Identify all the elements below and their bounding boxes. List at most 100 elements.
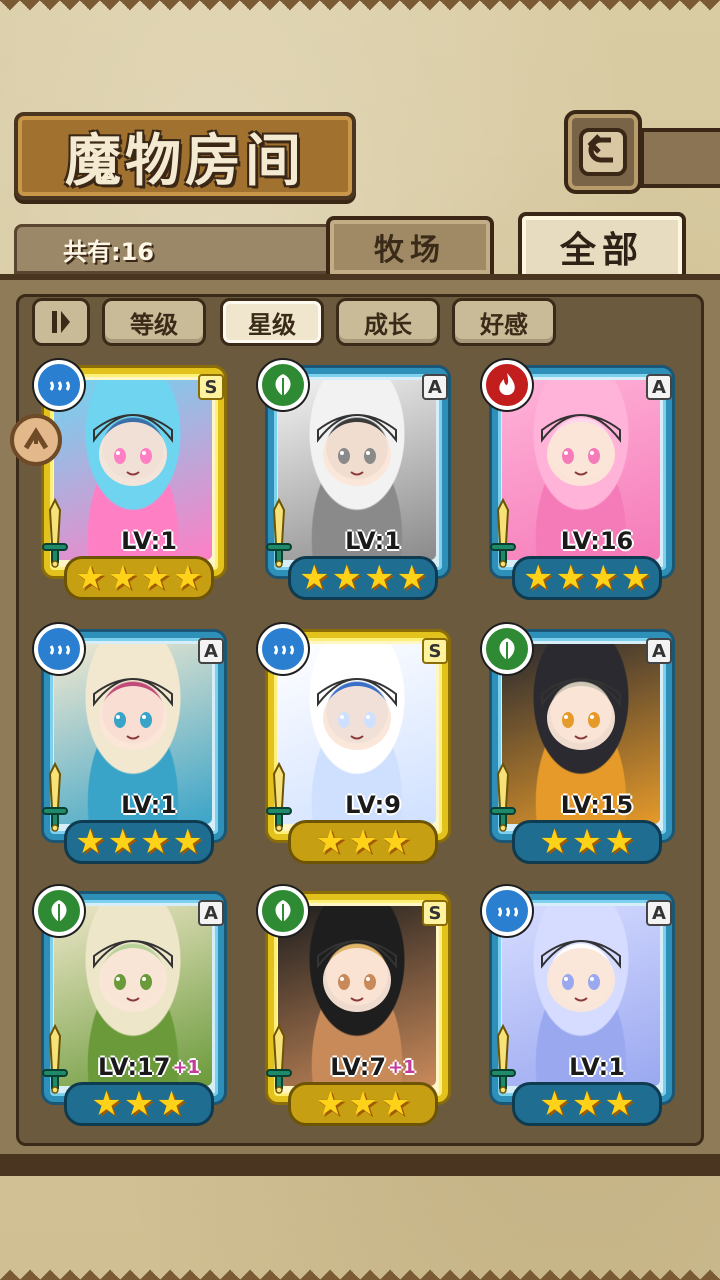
star-icon: ★ (380, 822, 411, 862)
star-icon: ★ (140, 558, 171, 598)
water-element-icon (482, 886, 532, 936)
level-text: LV:1 (121, 527, 177, 555)
star-icon: ★ (620, 558, 651, 598)
leaf-element-icon (258, 360, 308, 410)
sword-icon (490, 498, 516, 568)
sword-icon (490, 762, 516, 832)
star-icon: ★ (299, 558, 330, 598)
rank-badge: A (422, 374, 448, 400)
star-icon: ★ (172, 558, 203, 598)
level-label: LV:7 +1 (308, 1050, 438, 1084)
page-title: 魔物房间 (65, 127, 305, 194)
sort-affection-button[interactable]: 好感 (452, 298, 556, 346)
star-icon: ★ (523, 558, 554, 598)
rank-badge: S (422, 900, 448, 926)
monster-card[interactable]: S LV:9 ★ ★ ★ (258, 624, 456, 864)
sword-icon (42, 1024, 68, 1094)
monster-card[interactable]: A LV:1 ★ ★ ★ ★ (258, 360, 456, 600)
star-icon: ★ (75, 558, 106, 598)
sword-icon (266, 1024, 292, 1094)
star-icon: ★ (588, 558, 619, 598)
sword-icon (266, 762, 292, 832)
back-button[interactable] (564, 110, 642, 194)
star-icon: ★ (539, 822, 570, 862)
rank-badge: A (646, 900, 672, 926)
level-text: LV:1 (569, 1053, 625, 1081)
panel-bottom-border (0, 1160, 720, 1176)
star-icon: ★ (571, 1084, 603, 1124)
star-icon: ★ (347, 822, 379, 862)
bottom-border (0, 1258, 720, 1280)
monster-card[interactable]: S LV:1 ★ ★ ★ ★ (34, 360, 232, 600)
monster-card[interactable]: A LV:1 ★ ★ ★ ★ (34, 624, 232, 864)
back-bar (640, 128, 720, 188)
water-element-icon (258, 624, 308, 674)
monster-card[interactable]: A LV:16 ★ ★ ★ ★ (482, 360, 680, 600)
water-element-icon (34, 360, 84, 410)
side-expand-button[interactable] (10, 414, 62, 466)
sword-icon (266, 498, 292, 568)
level-label: LV:1 (84, 524, 214, 558)
star-icon: ★ (140, 822, 171, 862)
star-icon: ★ (331, 558, 362, 598)
rank-badge: A (198, 900, 224, 926)
monster-card[interactable]: A LV:15 ★ ★ ★ (482, 624, 680, 864)
sort-star-button[interactable]: 星级 (220, 298, 324, 346)
star-rating: ★ ★ ★ ★ (64, 556, 214, 600)
skill-arrow-icon (23, 427, 49, 450)
star-icon: ★ (539, 1084, 570, 1124)
level-label: LV:15 (532, 788, 662, 822)
top-border (0, 0, 720, 22)
star-icon: ★ (75, 822, 106, 862)
rank-badge: A (646, 374, 672, 400)
star-rating: ★ ★ ★ ★ (64, 820, 214, 864)
star-icon: ★ (604, 822, 635, 862)
leaf-element-icon (258, 886, 308, 936)
star-icon: ★ (347, 1084, 379, 1124)
tab-all[interactable]: 全部 (518, 212, 686, 282)
star-icon: ★ (107, 558, 138, 598)
star-icon: ★ (571, 822, 603, 862)
monster-card[interactable]: A LV:1 ★ ★ ★ (482, 886, 680, 1126)
star-icon: ★ (555, 558, 586, 598)
level-label: LV:9 (308, 788, 438, 822)
star-icon: ★ (315, 822, 346, 862)
title-banner: 魔物房间 (14, 112, 356, 200)
sort-growth-button[interactable]: 成长 (336, 298, 440, 346)
level-label: LV:17 +1 (84, 1050, 214, 1084)
leaf-element-icon (482, 624, 532, 674)
water-element-icon (34, 624, 84, 674)
return-arrow-icon (579, 128, 627, 176)
tab-ranch[interactable]: 牧场 (326, 216, 494, 278)
star-icon: ★ (172, 822, 203, 862)
monster-card[interactable]: A LV:17 +1 ★ ★ ★ (34, 886, 232, 1126)
sword-icon (490, 1024, 516, 1094)
fire-element-icon (482, 360, 532, 410)
leaf-element-icon (34, 886, 84, 936)
rank-badge: S (198, 374, 224, 400)
star-rating: ★ ★ ★ ★ (512, 556, 662, 600)
level-text: LV:17 (97, 1053, 171, 1081)
level-bonus: +1 (172, 1056, 201, 1078)
star-icon: ★ (315, 1084, 346, 1124)
level-text: LV:1 (121, 791, 177, 819)
level-label: LV:1 (308, 524, 438, 558)
rank-badge: S (422, 638, 448, 664)
monster-card[interactable]: S LV:7 +1 ★ ★ ★ (258, 886, 456, 1126)
monster-count: 共有:16 (63, 237, 154, 266)
star-icon: ★ (364, 558, 395, 598)
monster-count-bar: 共有:16 (14, 224, 344, 274)
star-rating: ★ ★ ★ (512, 820, 662, 864)
sword-icon (42, 498, 68, 568)
level-label: LV:1 (84, 788, 214, 822)
rank-badge: A (646, 638, 672, 664)
star-icon: ★ (91, 1084, 122, 1124)
sort-level-button[interactable]: 等级 (102, 298, 206, 346)
level-label: LV:16 (532, 524, 662, 558)
star-icon: ★ (156, 1084, 187, 1124)
sort-order-toggle[interactable] (32, 298, 90, 346)
star-rating: ★ ★ ★ (288, 820, 438, 864)
rank-badge: A (198, 638, 224, 664)
level-text: LV:15 (560, 791, 634, 819)
star-icon: ★ (107, 822, 138, 862)
